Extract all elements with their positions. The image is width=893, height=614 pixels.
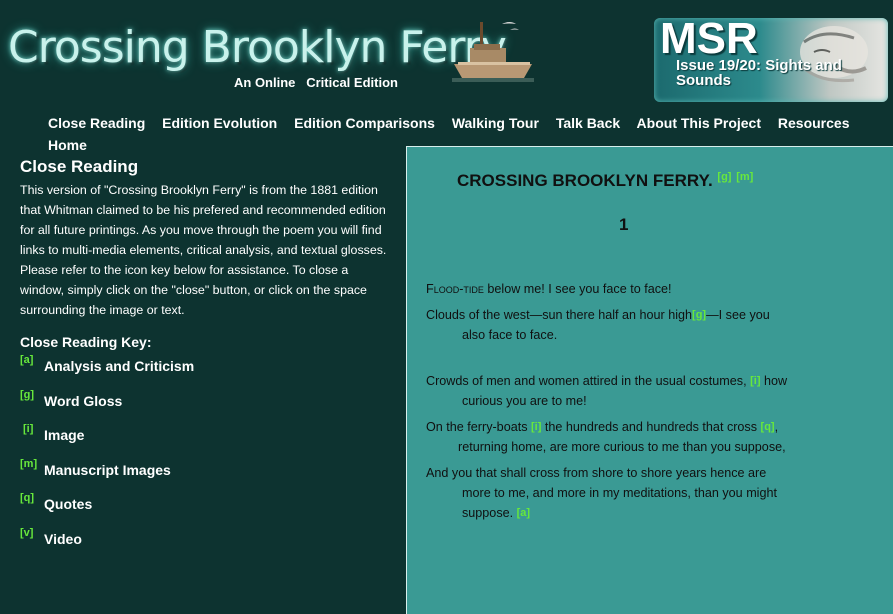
key-tag: [q] [20,492,35,505]
line-continuation: returning home, are more curious to me t… [458,440,786,454]
image-link[interactable]: [i] [750,375,760,387]
key-label: Image [44,427,85,444]
poem-line: Flood-tide below me! I see you face to f… [426,279,672,299]
nav-edition-evolution[interactable]: Edition Evolution [162,115,277,131]
key-item-gloss: [g] Word Gloss [20,389,390,428]
key-label: Quotes [44,496,93,513]
line-text: , [774,420,779,434]
key-item-manuscript: [m] Manuscript Images [20,458,390,497]
site-header: Crossing Brooklyn Ferry An Online Critic… [0,0,893,108]
gloss-link[interactable]: [g] [692,309,706,321]
site-subtitle: An Online Critical Edition [234,75,398,90]
poem-line: And you that shall cross from shore to s… [426,463,777,523]
poem-title-text: CROSSING BROOKLYN FERRY. [457,171,713,190]
analysis-link[interactable]: [a] [517,507,530,519]
key-label: Video [44,530,82,547]
nav-home[interactable]: Home [48,137,87,153]
quote-link[interactable]: [q] [761,421,775,433]
line-text: below me! I see you face to face! [483,282,672,296]
line-lead: Flood-tide [426,282,484,296]
line-text: —I see you [706,308,770,322]
key-item-image: [i] Image [20,423,390,462]
msr-issue-badge[interactable]: MSR Issue 19/20: Sights and Sounds [654,18,888,102]
line-text: the hundreds and hundreds that cross [541,420,758,434]
line-continuation: curious you are to me! [462,394,587,408]
section-number: 1 [619,215,629,234]
poem-line: Crowds of men and women attired in the u… [426,371,787,411]
line-text: how [760,374,788,388]
key-list: [a] Analysis and Criticism [g] Word Glos… [20,354,390,566]
nav-edition-comparisons[interactable]: Edition Comparisons [294,115,435,131]
poem-line: Clouds of the west—sun there half an hou… [426,305,770,345]
nav-about[interactable]: About This Project [637,115,761,131]
key-tag: [a] [20,354,34,366]
gloss-link[interactable]: [g] [717,171,731,183]
line-continuation: also face to face. [462,328,558,342]
key-item-quotes: [q] Quotes [20,492,390,531]
manuscript-link[interactable]: [m] [736,171,753,183]
nav-talk-back[interactable]: Talk Back [556,115,620,131]
poem-panel: CROSSING BROOKLYN FERRY. [g] [m] 1 Flood… [406,146,893,614]
nav-walking-tour[interactable]: Walking Tour [452,115,539,131]
line-continuation: more to me, and more in my meditations, … [462,486,777,500]
key-tag: [g] [20,388,35,401]
key-label: Manuscript Images [44,461,171,478]
key-heading: Close Reading Key: [20,334,152,350]
line-text: Crowds of men and women attired in the u… [426,374,747,388]
nav-close-reading[interactable]: Close Reading [48,115,145,131]
sidebar-heading: Close Reading [20,157,139,176]
image-link[interactable]: [i] [531,421,541,433]
site-title[interactable]: Crossing Brooklyn Ferry [8,22,507,73]
intro-text: This version of "Crossing Brooklyn Ferry… [20,183,387,317]
key-item-analysis: [a] Analysis and Criticism [20,354,390,393]
key-label: Word Gloss [44,392,123,409]
msr-issue-title: Issue 19/20: Sights and Sounds [676,57,842,89]
key-tag: [i] [23,423,34,436]
key-tag: [v] [20,526,34,539]
nav-resources[interactable]: Resources [778,115,850,131]
line-text: On the ferry-boats [426,420,528,434]
close-reading-sidebar: Close Reading This version of "Crossing … [20,157,390,566]
line-text: And you that shall cross from shore to s… [426,466,767,480]
ferry-icon [452,22,534,82]
line-text: Clouds of the west—sun there half an hou… [426,308,693,322]
line-text: suppose. [462,506,514,520]
key-item-video: [v] Video [20,527,390,566]
line-continuation: suppose. [a] [426,503,777,523]
poem-title: CROSSING BROOKLYN FERRY. [g] [m] [457,171,753,191]
poem-line: On the ferry-boats [i] the hundreds and … [426,417,786,457]
key-label: Analysis and Criticism [44,358,195,374]
key-tag: [m] [20,457,38,470]
